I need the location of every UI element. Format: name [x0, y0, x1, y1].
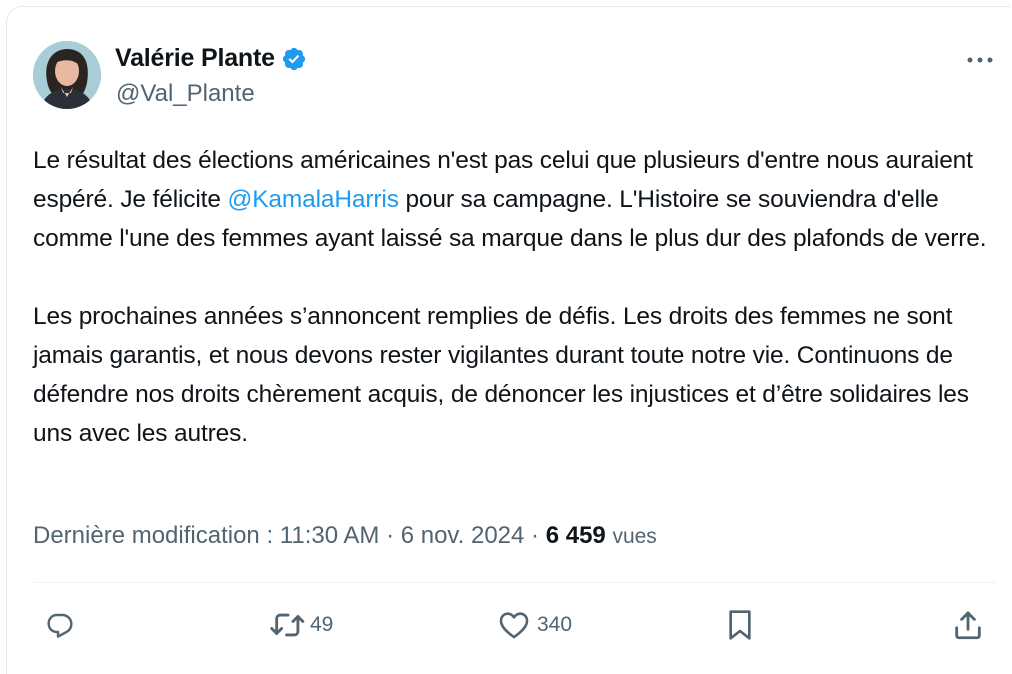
profile-photo-icon — [33, 41, 101, 109]
views-label: vues — [612, 525, 657, 548]
author-name[interactable]: Valérie Plante — [115, 44, 275, 73]
reply-button[interactable] — [44, 606, 82, 644]
tweet-paragraph-1: Le résultat des élections américaines n'… — [33, 141, 993, 258]
avatar[interactable] — [33, 41, 101, 109]
divider — [33, 582, 996, 583]
more-options-icon[interactable] — [964, 52, 996, 68]
tweet-meta: Dernière modification : 11:30 AM · 6 nov… — [33, 522, 657, 550]
author-row: Valérie Plante — [115, 44, 307, 73]
share-icon — [955, 611, 981, 640]
mention-link[interactable]: @KamalaHarris — [227, 186, 398, 213]
share-button[interactable] — [951, 606, 985, 644]
views-count: 6 459 — [545, 522, 606, 549]
like-button[interactable]: 340 — [497, 606, 572, 644]
bookmark-icon — [729, 610, 751, 640]
retweet-icon — [270, 613, 305, 637]
retweet-button[interactable]: 49 — [268, 606, 333, 644]
heart-icon — [499, 612, 529, 639]
reply-icon — [47, 613, 73, 638]
tweet-paragraph-2: Les prochaines années s’annoncent rempli… — [33, 303, 969, 447]
edited-timestamp[interactable]: Dernière modification : 11:30 AM · 6 nov… — [33, 522, 546, 549]
bookmark-button[interactable] — [724, 606, 756, 644]
author-handle[interactable]: @Val_Plante — [116, 80, 255, 108]
like-count: 340 — [537, 613, 573, 636]
tweet-text: Le résultat des élections américaines n'… — [33, 141, 993, 453]
verified-badge-icon[interactable] — [281, 46, 307, 72]
retweet-count: 49 — [310, 613, 334, 636]
